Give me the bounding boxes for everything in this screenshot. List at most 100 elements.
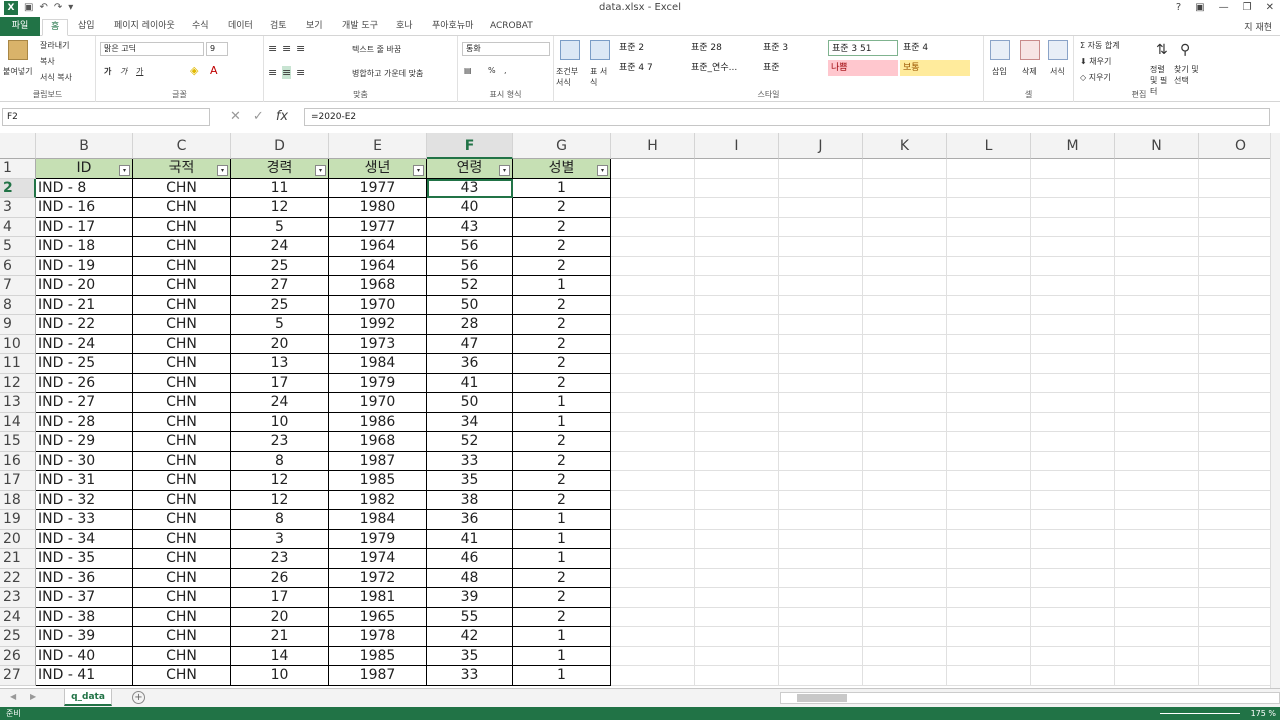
empty-cell[interactable]: [947, 334, 1031, 354]
empty-cell[interactable]: [1031, 490, 1115, 510]
empty-cell[interactable]: [779, 256, 863, 276]
empty-cell[interactable]: [1115, 490, 1199, 510]
filter-dropdown-icon[interactable]: ▾: [217, 165, 228, 176]
empty-cell[interactable]: [863, 451, 947, 471]
empty-cell[interactable]: [1115, 237, 1199, 257]
table-cell[interactable]: 1982: [329, 490, 427, 510]
empty-cell[interactable]: [1199, 452, 1280, 471]
row-header[interactable]: 3: [0, 198, 36, 218]
empty-cell[interactable]: [611, 412, 695, 432]
empty-cell[interactable]: [779, 451, 863, 471]
table-cell[interactable]: 2: [513, 237, 611, 257]
table-cell[interactable]: IND - 39: [36, 627, 133, 647]
zoom-level[interactable]: 175 %: [1251, 707, 1276, 720]
table-cell[interactable]: 1: [513, 646, 611, 666]
empty-cell[interactable]: [695, 237, 779, 257]
table-cell[interactable]: CHN: [133, 315, 231, 335]
empty-cell[interactable]: [695, 373, 779, 393]
empty-cell[interactable]: [1115, 159, 1199, 179]
empty-cell[interactable]: [695, 217, 779, 237]
empty-cell[interactable]: [947, 354, 1031, 374]
empty-cell[interactable]: [947, 451, 1031, 471]
table-cell[interactable]: IND - 32: [36, 490, 133, 510]
empty-cell[interactable]: [1031, 568, 1115, 588]
empty-cell[interactable]: [695, 549, 779, 569]
column-header[interactable]: I: [695, 133, 779, 159]
empty-cell[interactable]: [611, 178, 695, 198]
row-header[interactable]: 5: [0, 237, 36, 257]
table-cell[interactable]: CHN: [133, 373, 231, 393]
table-cell[interactable]: 35: [427, 471, 513, 491]
empty-cell[interactable]: [863, 295, 947, 315]
table-cell[interactable]: 1968: [329, 276, 427, 296]
select-all-corner[interactable]: [0, 133, 36, 159]
empty-cell[interactable]: [695, 588, 779, 608]
empty-cell[interactable]: [1031, 510, 1115, 530]
table-cell[interactable]: CHN: [133, 646, 231, 666]
empty-cell[interactable]: [611, 529, 695, 549]
empty-cell[interactable]: [611, 159, 695, 179]
empty-cell[interactable]: [779, 646, 863, 666]
row-header[interactable]: 13: [0, 393, 36, 413]
table-cell[interactable]: CHN: [133, 588, 231, 608]
empty-cell[interactable]: [611, 256, 695, 276]
table-cell[interactable]: 5: [231, 315, 329, 335]
prev-sheet-icon[interactable]: ◀: [10, 692, 16, 701]
add-sheet-icon[interactable]: +: [132, 691, 145, 704]
table-cell[interactable]: 12: [231, 471, 329, 491]
table-cell[interactable]: 27: [231, 276, 329, 296]
table-cell[interactable]: 23: [231, 549, 329, 569]
formula-input[interactable]: =2020-E2: [304, 108, 1270, 126]
table-cell[interactable]: CHN: [133, 549, 231, 569]
empty-cell[interactable]: [779, 334, 863, 354]
empty-cell[interactable]: [695, 354, 779, 374]
table-cell[interactable]: 52: [427, 432, 513, 452]
table-cell[interactable]: 1978: [329, 627, 427, 647]
empty-cell[interactable]: [1199, 237, 1280, 257]
format-cells-icon[interactable]: [1048, 40, 1068, 60]
help-icon[interactable]: ?: [1176, 1, 1181, 15]
table-header-cell[interactable]: 성별 ▾: [513, 159, 611, 179]
sort-filter-icon[interactable]: ⇅: [1156, 42, 1168, 58]
table-cell[interactable]: 8: [231, 510, 329, 530]
empty-cell[interactable]: [1199, 510, 1280, 530]
table-cell[interactable]: 2: [513, 607, 611, 627]
empty-cell[interactable]: [779, 373, 863, 393]
clear-button[interactable]: ◇ 지우기: [1080, 72, 1111, 83]
table-cell[interactable]: 1968: [329, 432, 427, 452]
table-cell[interactable]: 1986: [329, 412, 427, 432]
empty-cell[interactable]: [1115, 588, 1199, 608]
table-cell[interactable]: IND - 29: [36, 432, 133, 452]
empty-cell[interactable]: [779, 627, 863, 647]
table-cell[interactable]: 34: [427, 412, 513, 432]
next-sheet-icon[interactable]: ▶: [30, 692, 36, 701]
empty-cell[interactable]: [1031, 198, 1115, 218]
insert-cells-button[interactable]: 삽입: [992, 66, 1007, 77]
table-cell[interactable]: 1: [513, 529, 611, 549]
table-cell[interactable]: IND - 36: [36, 568, 133, 588]
table-cell[interactable]: 2: [513, 334, 611, 354]
empty-cell[interactable]: [1031, 315, 1115, 335]
empty-cell[interactable]: [695, 295, 779, 315]
table-cell[interactable]: IND - 35: [36, 549, 133, 569]
row-header[interactable]: 10: [0, 334, 36, 354]
empty-cell[interactable]: [1199, 413, 1280, 432]
table-cell[interactable]: IND - 19: [36, 256, 133, 276]
filter-dropdown-icon[interactable]: ▾: [499, 165, 510, 176]
table-cell[interactable]: CHN: [133, 354, 231, 374]
tab-formulas[interactable]: 수식: [192, 19, 209, 36]
table-cell[interactable]: 2: [513, 315, 611, 335]
empty-cell[interactable]: [695, 393, 779, 413]
empty-cell[interactable]: [695, 627, 779, 647]
empty-cell[interactable]: [779, 588, 863, 608]
empty-cell[interactable]: [779, 237, 863, 257]
empty-cell[interactable]: [947, 393, 1031, 413]
table-cell[interactable]: 25: [231, 295, 329, 315]
empty-cell[interactable]: [779, 607, 863, 627]
empty-cell[interactable]: [695, 315, 779, 335]
empty-cell[interactable]: [779, 510, 863, 530]
style-item-bad[interactable]: 나쁨: [828, 60, 898, 76]
table-cell[interactable]: 1980: [329, 198, 427, 218]
table-cell[interactable]: 33: [427, 451, 513, 471]
empty-cell[interactable]: [1115, 178, 1199, 198]
